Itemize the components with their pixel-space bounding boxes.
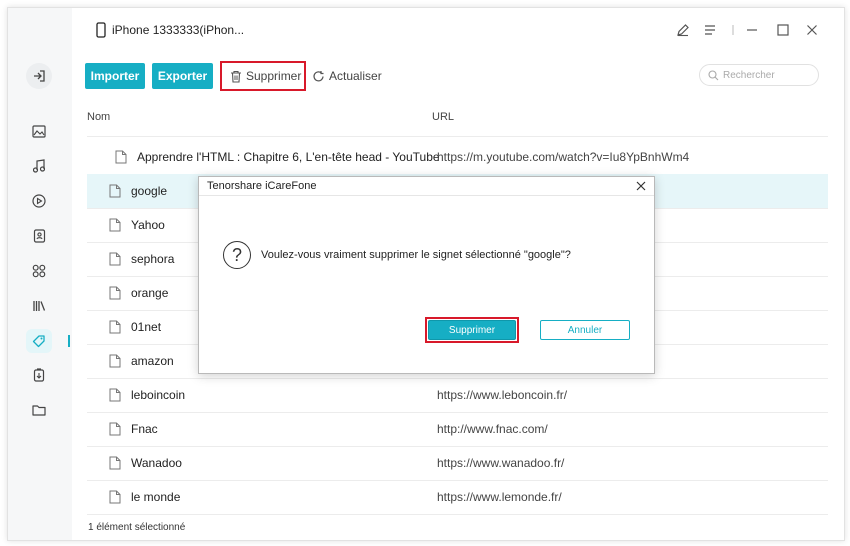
bookmark-file-icon	[115, 150, 127, 164]
bookmark-file-icon	[109, 184, 121, 198]
table-row[interactable]: leboincoin https://www.leboncoin.fr/	[87, 378, 828, 412]
table-row[interactable]: Apprendre l'HTML : Chapitre 6, L'en-tête…	[87, 140, 828, 174]
search-icon	[708, 69, 719, 80]
maximize-icon[interactable]	[775, 22, 791, 38]
bookmark-name: Wanadoo	[131, 456, 182, 470]
header-url[interactable]: URL	[432, 111, 454, 123]
cancel-button[interactable]: Annuler	[540, 320, 630, 340]
delete-label: Supprimer	[246, 69, 302, 83]
search-input[interactable]: Rechercher	[699, 64, 819, 86]
backup-icon[interactable]	[28, 364, 50, 386]
row-divider	[87, 514, 828, 515]
bookmark-file-icon	[109, 252, 121, 266]
bookmarks-icon[interactable]	[26, 329, 52, 353]
table-row[interactable]: Wanadoo https://www.wanadoo.fr/	[87, 446, 828, 480]
dialog-title: Tenorshare iCareFone	[207, 180, 317, 192]
apps-icon[interactable]	[28, 260, 50, 282]
minimize-icon[interactable]	[744, 22, 760, 38]
bookmark-file-icon	[109, 422, 121, 436]
sidebar	[8, 8, 72, 540]
trash-icon	[231, 70, 241, 83]
phone-icon	[96, 22, 106, 38]
bookmark-url: https://www.wanadoo.fr/	[437, 456, 565, 470]
dialog-divider	[199, 195, 654, 196]
search-placeholder: Rechercher	[723, 69, 775, 81]
table-row[interactable]: Fnac http://www.fnac.com/	[87, 412, 828, 446]
exit-icon[interactable]	[26, 63, 52, 89]
dialog-message: Voulez-vous vraiment supprimer le signet…	[261, 249, 571, 261]
active-indicator	[68, 335, 70, 347]
files-icon[interactable]	[28, 399, 50, 421]
contacts-icon[interactable]	[28, 225, 50, 247]
bookmark-name: leboincoin	[131, 388, 186, 402]
bookmark-name: Apprendre l'HTML : Chapitre 6, L'en-tête…	[137, 150, 440, 164]
bookmark-url: https://m.youtube.com/watch?v=Iu8YpBnhWm…	[437, 150, 690, 164]
device-name: iPhone 1333333(iPhon...	[112, 23, 245, 37]
bookmark-file-icon	[109, 286, 121, 300]
question-icon: ?	[223, 241, 251, 269]
bookmark-file-icon	[109, 354, 121, 368]
refresh-label: Actualiser	[329, 69, 382, 83]
separator-icon	[725, 22, 741, 38]
dialog-close-icon[interactable]	[634, 179, 648, 193]
bookmark-file-icon	[109, 490, 121, 504]
confirm-delete-button[interactable]: Supprimer	[428, 320, 516, 340]
edit-icon[interactable]	[675, 22, 691, 38]
title-bar: iPhone 1333333(iPhon...	[72, 8, 844, 52]
refresh-icon	[313, 70, 324, 81]
music-icon[interactable]	[28, 155, 50, 177]
bookmark-file-icon	[109, 388, 121, 402]
header-name[interactable]: Nom	[87, 111, 110, 123]
bookmark-name: le monde	[131, 490, 181, 504]
bookmark-file-icon	[109, 456, 121, 470]
header-divider	[87, 136, 828, 137]
close-icon[interactable]	[804, 22, 820, 38]
video-icon[interactable]	[28, 190, 50, 212]
delete-button[interactable]: Supprimer	[220, 61, 306, 91]
table-row[interactable]: le monde https://www.lemonde.fr/	[87, 480, 828, 514]
status-text: 1 élément sélectionné	[88, 522, 186, 533]
export-button[interactable]: Exporter	[152, 63, 213, 89]
menu-icon[interactable]	[702, 22, 718, 38]
bookmark-name: Fnac	[131, 422, 158, 436]
device-selector[interactable]: iPhone 1333333(iPhon...	[96, 22, 244, 38]
confirm-dialog: Tenorshare iCareFone ? Voulez-vous vraim…	[198, 176, 655, 374]
bookmark-url: http://www.fnac.com/	[437, 422, 548, 436]
refresh-button[interactable]: Actualiser	[312, 63, 382, 89]
bookmark-file-icon	[109, 320, 121, 334]
app-window: iPhone 1333333(iPhon... Importer Exporte…	[7, 7, 845, 541]
bookmark-file-icon	[109, 218, 121, 232]
bookmark-url: https://www.leboncoin.fr/	[437, 388, 568, 402]
bookmark-url: https://www.lemonde.fr/	[437, 490, 562, 504]
import-button[interactable]: Importer	[85, 63, 145, 89]
books-icon[interactable]	[28, 295, 50, 317]
photos-icon[interactable]	[28, 120, 50, 142]
